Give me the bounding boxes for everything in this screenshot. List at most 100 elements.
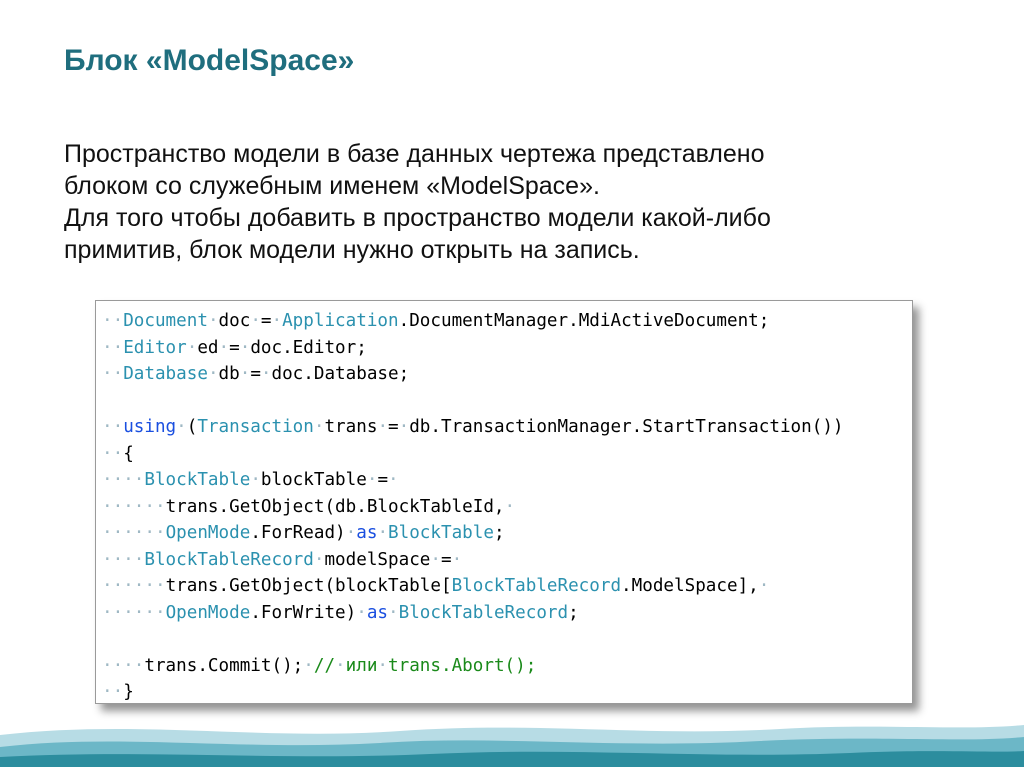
code-token: ····: [102, 655, 145, 676]
code-token: ······: [102, 523, 166, 543]
code-token: ·: [313, 549, 325, 570]
code-token: BlockTableRecord: [398, 602, 569, 623]
code-token: ··: [102, 417, 124, 437]
code-token: BlockTableRecord: [144, 549, 314, 570]
code-token: trans.Abort();: [388, 655, 537, 676]
code-listing: ··Document·doc·=·Application.DocumentMan…: [95, 300, 913, 704]
code-token: =: [260, 311, 272, 331]
code-token: .DocumentManager.MdiActiveDocument;: [398, 311, 770, 331]
code-token: OpenMode: [165, 523, 251, 543]
code-token: ··: [102, 682, 124, 702]
code-token: ······: [102, 602, 166, 623]
code-token: {: [123, 443, 134, 464]
code-token: ······: [102, 496, 166, 517]
code-token: ·: [313, 417, 325, 437]
code-token: ··: [102, 364, 124, 384]
code-token: ed: [197, 337, 219, 358]
code-token: Database: [123, 364, 208, 384]
code-token: db: [218, 364, 240, 384]
code-token: ·: [239, 364, 251, 384]
body-line-1: Пространство модели в базе данных чертеж…: [64, 140, 765, 168]
code-token: или: [345, 655, 378, 676]
code-token: ·: [356, 602, 367, 623]
code-token: ;: [493, 523, 505, 543]
code-token: trans.GetObject(db.BlockTableId,: [165, 496, 505, 517]
code-token: ·: [377, 655, 389, 676]
code-token: ··: [102, 311, 124, 331]
slide-title: Блок «ModelSpace»: [64, 44, 355, 77]
code-line: ··}: [96, 679, 912, 703]
code-token: }: [123, 682, 134, 702]
code-token: ····: [102, 470, 145, 490]
code-token: Editor: [123, 337, 187, 358]
code-token: ·: [398, 417, 410, 437]
code-token: ·: [271, 311, 283, 331]
code-token: trans: [324, 417, 378, 437]
code-token: trans.GetObject(blockTable[: [165, 576, 452, 596]
code-token: ·: [345, 523, 357, 543]
code-token: ··: [102, 337, 124, 358]
code-token: ·: [377, 523, 389, 543]
code-token: =: [250, 364, 261, 384]
code-token: ·: [504, 496, 516, 517]
code-token: as: [356, 523, 378, 543]
code-token: .ForWrite): [250, 602, 357, 623]
code-line: ····BlockTableRecord·modelSpace·=·: [96, 547, 912, 574]
code-line: ··Editor·ed·=·doc.Editor;: [96, 335, 912, 362]
code-token: ·: [186, 337, 198, 358]
code-token: Application: [282, 311, 399, 331]
code-token: Transaction: [197, 417, 314, 437]
code-token: ····: [102, 549, 145, 570]
code-token: ·: [176, 417, 187, 437]
code-token: BlockTableRecord: [451, 576, 622, 596]
code-token: blockTable: [260, 470, 367, 490]
code-token: ··: [102, 443, 124, 464]
code-token: ·: [260, 364, 272, 384]
code-token: trans.Commit();: [144, 655, 304, 676]
slide-body-text: Пространство модели в базе данных чертеж…: [64, 138, 964, 266]
code-token: doc.Editor;: [250, 337, 367, 358]
code-token: ·: [430, 549, 441, 570]
code-token: BlockTable: [388, 523, 494, 543]
code-token: Document: [123, 311, 208, 331]
code-token: ·: [451, 549, 463, 570]
code-line: ··{: [96, 441, 912, 468]
code-token: ·: [218, 337, 230, 358]
wave-decoration: [0, 725, 1024, 767]
code-token: OpenMode: [165, 602, 251, 623]
code-token: ·: [377, 417, 389, 437]
code-token: ·: [239, 337, 251, 358]
code-token: ·: [758, 576, 770, 596]
code-token: BlockTable: [144, 470, 251, 490]
code-token: ;: [568, 602, 579, 623]
code-line: ··using·(Transaction·trans·=·db.Transact…: [96, 414, 912, 441]
code-token: =: [440, 549, 452, 570]
code-token: =: [388, 417, 399, 437]
body-line-3: Для того чтобы добавить в пространство м…: [64, 204, 771, 232]
code-token: ······: [102, 576, 166, 596]
code-token: ·: [303, 655, 314, 676]
code-token: .ForRead): [250, 523, 346, 543]
code-token: =: [229, 337, 240, 358]
code-token: .ModelSpace],: [621, 576, 759, 596]
code-line: ··Document·doc·=·Application.DocumentMan…: [96, 308, 912, 335]
code-token: ·: [207, 364, 219, 384]
body-line-4: примитив, блок модели нужно открыть на з…: [64, 236, 640, 264]
code-token: ·: [388, 602, 399, 623]
code-line: ······OpenMode.ForWrite)·as·BlockTableRe…: [96, 600, 912, 627]
code-token: ·: [335, 655, 346, 676]
code-line: ······trans.GetObject(blockTable[BlockTa…: [96, 573, 912, 600]
code-token: using: [123, 417, 177, 437]
code-line: ····BlockTable·blockTable·=·: [96, 467, 912, 494]
code-token: db.TransactionManager.StartTransaction()…: [409, 417, 844, 437]
code-token: ·: [250, 311, 261, 331]
code-token: (: [186, 417, 198, 437]
body-line-2: блоком со служебным именем «ModelSpace».: [64, 172, 600, 200]
code-line: ··Database·db·=·doc.Database;: [96, 361, 912, 388]
code-token: ·: [207, 311, 219, 331]
code-line: ······OpenMode.ForRead)·as·BlockTable;: [96, 520, 912, 547]
code-line: ······trans.GetObject(db.BlockTableId,·: [96, 494, 912, 521]
code-token: as: [366, 602, 389, 623]
